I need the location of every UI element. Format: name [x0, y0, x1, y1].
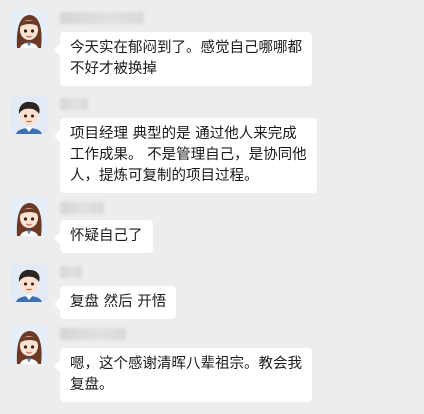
sender-name-redacted — [60, 12, 144, 24]
chat-message: 复盘 然后 开悟 — [0, 262, 424, 319]
sender-name-redacted — [60, 266, 82, 278]
girl-avatar-icon[interactable] — [10, 198, 48, 236]
chat-message: 怀疑自己了 — [0, 196, 424, 256]
message-bubble[interactable]: 项目经理 典型的是 通过他人来完成 工作成果。 不是管理自己，是协同他 人，提炼… — [54, 118, 317, 193]
chat-message: 今天实在郁闷到了。感觉自己哪哪都 不好才被换掉 — [0, 8, 424, 88]
chat-message: 嗯，这个感谢清晖八辈祖宗。教会我 复盘。 — [0, 324, 424, 410]
sender-name-redacted — [60, 328, 126, 340]
message-bubble[interactable]: 嗯，这个感谢清晖八辈祖宗。教会我 复盘。 — [54, 348, 312, 402]
message-bubble[interactable]: 复盘 然后 开悟 — [53, 286, 177, 319]
chat-message: 项目经理 典型的是 通过他人来完成 工作成果。 不是管理自己，是协同他 人，提炼… — [0, 94, 424, 193]
girl-avatar-icon[interactable] — [10, 326, 48, 364]
sender-name-redacted — [60, 202, 104, 214]
message-bubble[interactable]: 怀疑自己了 — [54, 220, 153, 253]
boy-avatar-icon[interactable] — [10, 96, 48, 134]
sender-name-redacted — [60, 98, 88, 110]
girl-avatar-icon[interactable] — [10, 10, 48, 48]
boy-avatar-icon[interactable] — [10, 264, 48, 302]
message-bubble[interactable]: 今天实在郁闷到了。感觉自己哪哪都 不好才被换掉 — [54, 32, 312, 86]
